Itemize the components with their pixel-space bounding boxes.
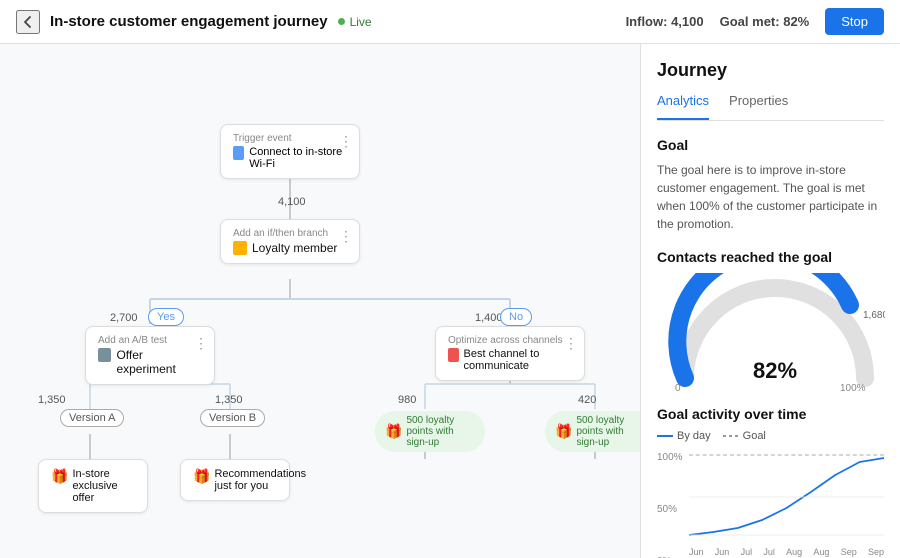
version-b-count: 1,350 [215,394,243,406]
optimize-header: Best channel to communicate [448,348,572,372]
x-aug30: Aug30 [813,547,829,558]
x-axis: Jun15 Jun30 Jul15 Jul30 Aug15 Aug30 Sep1… [689,547,884,558]
x-jun15: Jun15 [689,547,704,558]
header-right: Inflow: 4,100 Goal met: 82% Stop [626,8,884,35]
ab-header: Offer experiment [98,348,202,376]
page-title: In-store customer engagement journey [50,13,328,30]
chart-inner: Jun15 Jun30 Jul15 Jul30 Aug15 Aug30 Sep1… [689,450,884,558]
branch-title: Loyalty member [252,241,337,255]
goal-stat: Goal met: 82% [720,14,810,29]
optimize-icon [448,348,459,362]
offer-a-node: 🎁 In-store exclusive offer [38,459,148,513]
optimize-node: Optimize across channels Best channel to… [435,326,585,381]
goal-section-title: Goal [657,137,884,153]
branch-menu[interactable]: ⋮ [339,228,353,245]
y-50: 50% [657,504,685,515]
live-label: Live [350,15,372,29]
trigger-title: Connect to in-store Wi-Fi [249,146,347,170]
activity-section: Goal activity over time By day Goal 100% [657,406,884,558]
offer-b-node: 🎁 Recommendations just for you [180,459,290,501]
branch-icon [233,241,247,255]
gauge-wrapper: 82% 0 100% 1,680 [657,273,884,398]
tab-properties[interactable]: Properties [729,93,788,120]
svg-text:0: 0 [675,383,681,393]
optimize-count-right: 420 [578,394,596,406]
version-a-count: 1,350 [38,394,66,406]
header-left: In-store customer engagement journey Liv… [16,10,614,34]
offer-b-title: Recommendations just for you [214,468,306,492]
offer-a-header: 🎁 In-store exclusive offer [51,468,135,504]
version-b-badge: Version B [200,409,265,427]
live-badge: Live [338,15,372,29]
tab-analytics[interactable]: Analytics [657,93,709,120]
x-sep15: Sep15 [841,547,857,558]
canvas: Trigger event Connect to in-store Wi-Fi … [0,44,640,558]
trigger-icon [233,146,244,160]
version-a-badge: Version A [60,409,124,427]
trigger-header: Connect to in-store Wi-Fi [233,146,347,170]
svg-text:82%: 82% [753,358,797,383]
x-jul15: Jul15 [741,547,753,558]
back-button[interactable] [16,10,40,34]
no-count: 1,400 [475,312,503,324]
x-jul30: Jul30 [763,547,775,558]
loyalty-node-2: 🎁 500 loyalty points with sign-up [545,411,640,452]
x-sep30: Sep30 [868,547,884,558]
trigger-label: Trigger event [233,133,347,144]
ab-title: Offer experiment [116,348,202,376]
yes-badge: Yes [148,308,184,326]
live-dot [338,18,345,25]
svg-text:1,680: 1,680 [863,310,885,321]
branch-header: Loyalty member [233,241,347,255]
ab-label: Add an A/B test [98,335,202,346]
x-jun30: Jun30 [715,547,730,558]
no-badge: No [500,308,532,326]
panel-body: Goal The goal here is to improve in-stor… [641,121,900,558]
optimize-menu[interactable]: ⋮ [564,335,578,352]
ab-icon [98,348,111,362]
svg-text:100%: 100% [840,383,866,393]
gauge-svg: 82% 0 100% 1,680 [665,273,885,393]
offer-a-title: In-store exclusive offer [72,468,135,504]
optimize-count-left: 980 [398,394,416,406]
panel-header: Journey Analytics Properties [641,44,900,121]
yes-count: 2,700 [110,312,138,324]
chart-area: 100% 50% 0% [657,450,884,558]
chart-legend: By day Goal [657,430,884,442]
loyalty-node-1: 🎁 500 loyalty points with sign-up [375,411,485,452]
panel-title: Journey [657,60,884,81]
legend-day: By day [657,430,711,442]
goal-section-text: The goal here is to improve in-store cus… [657,161,884,233]
legend-line-solid [657,435,673,437]
optimize-title: Best channel to communicate [464,348,572,372]
legend-line-dashed [723,435,739,437]
inflow-stat: Inflow: 4,100 [626,14,704,29]
panel-tabs: Analytics Properties [657,93,884,121]
right-panel: Journey Analytics Properties Goal The go… [640,44,900,558]
contacts-title: Contacts reached the goal [657,249,884,265]
trigger-menu[interactable]: ⋮ [339,133,353,150]
offer-b-header: 🎁 Recommendations just for you [193,468,277,492]
optimize-label: Optimize across channels [448,335,572,346]
activity-title: Goal activity over time [657,406,884,422]
branch-node: Add an if/then branch Loyalty member ⋮ [220,219,360,264]
stop-button[interactable]: Stop [825,8,884,35]
ab-node: Add an A/B test Offer experiment ⋮ [85,326,215,385]
line-chart-svg [689,450,884,540]
x-aug15: Aug15 [786,547,802,558]
trigger-node: Trigger event Connect to in-store Wi-Fi … [220,124,360,179]
branch-label: Add an if/then branch [233,228,347,239]
y-axis: 100% 50% 0% [657,450,685,558]
y-100: 100% [657,452,685,463]
header: In-store customer engagement journey Liv… [0,0,900,44]
count-top: 4,100 [278,196,306,208]
ab-menu[interactable]: ⋮ [194,335,208,352]
legend-goal: Goal [723,430,766,442]
flow-container: Trigger event Connect to in-store Wi-Fi … [20,64,620,538]
main: Trigger event Connect to in-store Wi-Fi … [0,44,900,558]
